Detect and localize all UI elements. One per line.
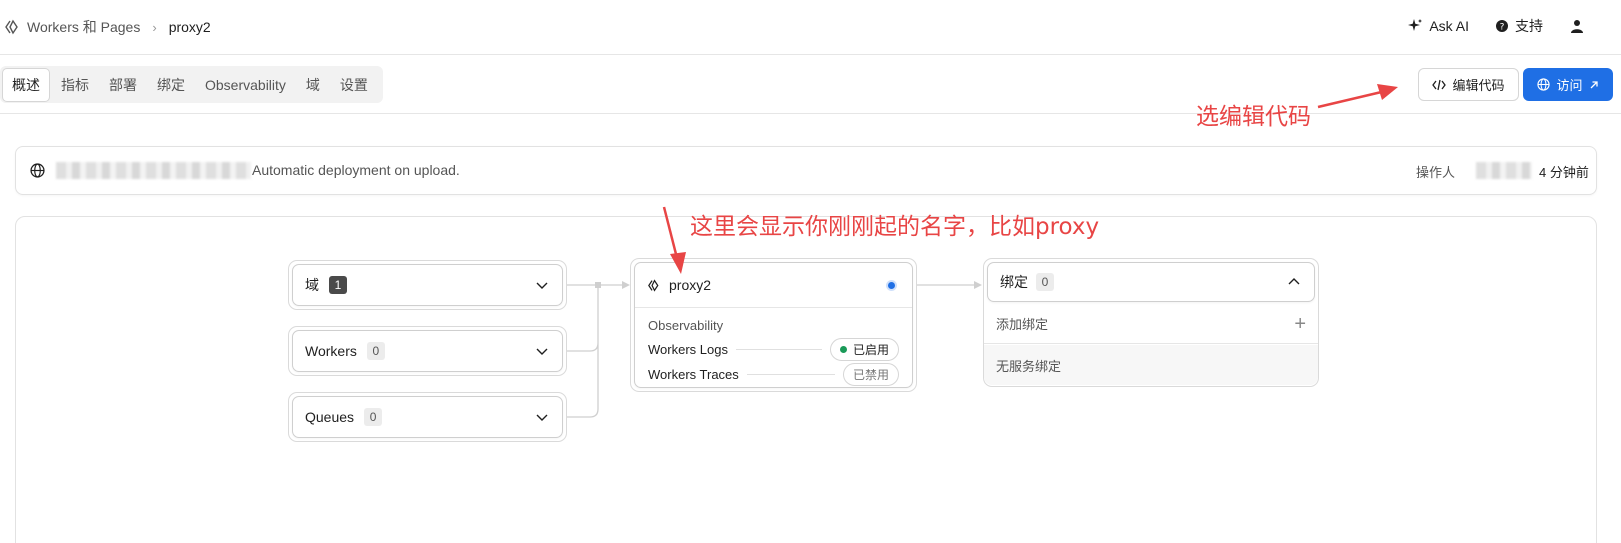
- annotation-worker-name: 这里会显示你刚刚起的名字，比如proxy: [690, 214, 1100, 240]
- breadcrumb: Workers 和 Pages › proxy2: [5, 17, 211, 37]
- workers-node[interactable]: Workers 0: [288, 326, 567, 376]
- chevron-up-icon[interactable]: [1288, 277, 1300, 287]
- visit-button[interactable]: 访问: [1523, 68, 1613, 101]
- worker-name: proxy2: [669, 277, 712, 293]
- workers-logo-icon: [648, 278, 659, 292]
- add-binding-label: 添加绑定: [996, 317, 1049, 332]
- workers-logs-label: Workers Logs: [648, 342, 728, 357]
- workers-traces-status-badge[interactable]: 已禁用: [842, 363, 899, 386]
- sparkle-icon: [1408, 19, 1423, 31]
- domains-node[interactable]: 域 1: [288, 260, 567, 310]
- worker-status-dot: [886, 280, 897, 291]
- chevron-right-icon: ›: [152, 19, 157, 35]
- tab-settings[interactable]: 设置: [331, 69, 377, 101]
- queues-count-badge: 0: [364, 408, 383, 426]
- workers-traces-row: Workers Traces 已禁用: [648, 362, 899, 387]
- redacted-deployment-id: [56, 162, 251, 179]
- workers-count-badge: 0: [366, 342, 385, 360]
- annotation-edit-code: 选编辑代码: [1196, 104, 1311, 130]
- top-bar: Workers 和 Pages › proxy2 Ask AI ? 支持: [0, 0, 1621, 55]
- globe-icon: [30, 163, 45, 178]
- worker-node-header: proxy2: [635, 263, 912, 308]
- workers-traces-label: Workers Traces: [648, 367, 739, 382]
- breadcrumb-current: proxy2: [168, 19, 211, 35]
- deployment-description: Automatic deployment on upload.: [252, 162, 460, 178]
- deployment-banner: Automatic deployment on upload. 操作人 4 分钟…: [15, 146, 1597, 195]
- breadcrumb-parent-link[interactable]: Workers 和 Pages: [27, 17, 140, 37]
- divider: [735, 349, 822, 350]
- edit-code-label: 编辑代码: [1452, 78, 1505, 93]
- bindings-count-badge: 0: [1036, 273, 1054, 291]
- observability-title: Observability: [648, 318, 724, 333]
- plus-icon: +: [1294, 313, 1306, 335]
- tab-overview[interactable]: 概述: [2, 67, 50, 102]
- bindings-header[interactable]: 绑定 0: [987, 262, 1315, 302]
- workers-logs-status: 已启用: [852, 343, 889, 357]
- edit-code-button[interactable]: 编辑代码: [1418, 68, 1519, 101]
- visit-label: 访问: [1556, 78, 1583, 93]
- tab-deployments[interactable]: 部署: [100, 69, 146, 101]
- tab-observability[interactable]: Observability: [196, 71, 295, 99]
- tab-bar: 概述 指标 部署 绑定 Observability 域 设置 编辑代码 访问: [0, 56, 1621, 114]
- chevron-down-icon[interactable]: [536, 412, 548, 422]
- tab-metrics[interactable]: 指标: [52, 69, 98, 101]
- tab-domains[interactable]: 域: [297, 69, 329, 101]
- bindings-label: 绑定: [1000, 274, 1028, 290]
- divider: [746, 374, 835, 375]
- tab-list: 概述 指标 部署 绑定 Observability 域 设置: [0, 66, 383, 103]
- enabled-dot-icon: [839, 346, 847, 353]
- domains-count-badge: 1: [329, 276, 347, 294]
- ask-ai-button[interactable]: Ask AI: [1407, 18, 1469, 34]
- external-link-icon: [1590, 80, 1598, 88]
- workers-node-label: Workers: [305, 343, 357, 359]
- globe-icon: [1537, 78, 1551, 91]
- deployment-time: 4 分钟前: [1539, 165, 1589, 180]
- chevron-down-icon[interactable]: [536, 280, 548, 290]
- tab-bindings[interactable]: 绑定: [148, 69, 194, 101]
- add-binding-button[interactable]: 添加绑定 +: [984, 304, 1318, 344]
- queues-node-label: Queues: [305, 409, 355, 425]
- workers-logs-status-badge[interactable]: 已启用: [829, 338, 899, 361]
- redacted-operator: [1476, 162, 1532, 179]
- chevron-down-icon[interactable]: [536, 346, 548, 356]
- code-icon: [1432, 79, 1447, 90]
- help-circle-icon: ?: [1496, 20, 1508, 33]
- workers-logo-icon: [5, 19, 18, 35]
- domains-node-label: 域: [305, 277, 319, 293]
- workers-logs-row: Workers Logs 已启用: [648, 337, 899, 362]
- support-button[interactable]: ? 支持: [1495, 16, 1543, 36]
- ask-ai-label: Ask AI: [1429, 18, 1469, 34]
- svg-text:?: ?: [1500, 23, 1505, 33]
- bindings-node: 绑定 0 添加绑定 + 无服务绑定: [983, 258, 1319, 387]
- no-service-bindings: 无服务绑定: [984, 345, 1318, 385]
- worker-node[interactable]: proxy2 Observability Workers Logs 已启用 Wo…: [630, 258, 917, 392]
- support-label: 支持: [1515, 18, 1543, 34]
- user-icon: [1571, 20, 1583, 33]
- operator-label: 操作人: [1416, 165, 1456, 180]
- user-menu-button[interactable]: [1569, 18, 1591, 34]
- queues-node[interactable]: Queues 0: [288, 392, 567, 442]
